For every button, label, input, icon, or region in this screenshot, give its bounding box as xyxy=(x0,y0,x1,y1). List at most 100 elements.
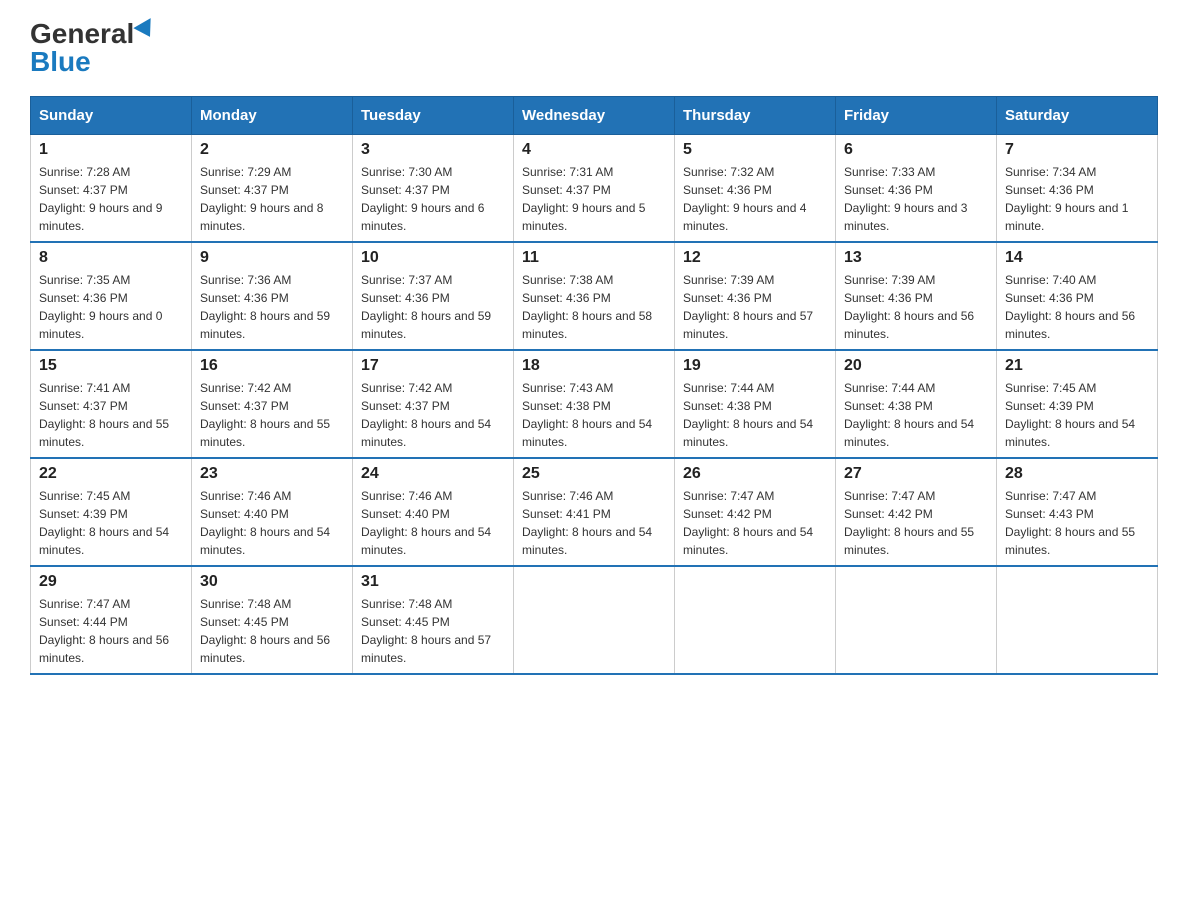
day-number: 21 xyxy=(1005,357,1149,375)
calendar-day-cell: 10 Sunrise: 7:37 AM Sunset: 4:36 PM Dayl… xyxy=(353,242,514,350)
day-info: Sunrise: 7:42 AM Sunset: 4:37 PM Dayligh… xyxy=(200,379,344,451)
day-info: Sunrise: 7:39 AM Sunset: 4:36 PM Dayligh… xyxy=(844,271,988,343)
day-info: Sunrise: 7:47 AM Sunset: 4:42 PM Dayligh… xyxy=(844,487,988,559)
day-number: 9 xyxy=(200,249,344,267)
day-number: 23 xyxy=(200,465,344,483)
day-info: Sunrise: 7:48 AM Sunset: 4:45 PM Dayligh… xyxy=(361,595,505,667)
calendar-day-cell: 27 Sunrise: 7:47 AM Sunset: 4:42 PM Dayl… xyxy=(836,458,997,566)
day-info: Sunrise: 7:37 AM Sunset: 4:36 PM Dayligh… xyxy=(361,271,505,343)
day-number: 19 xyxy=(683,357,827,375)
day-info: Sunrise: 7:34 AM Sunset: 4:36 PM Dayligh… xyxy=(1005,163,1149,235)
day-info: Sunrise: 7:46 AM Sunset: 4:40 PM Dayligh… xyxy=(200,487,344,559)
day-number: 25 xyxy=(522,465,666,483)
day-info: Sunrise: 7:31 AM Sunset: 4:37 PM Dayligh… xyxy=(522,163,666,235)
day-number: 1 xyxy=(39,141,183,159)
day-info: Sunrise: 7:46 AM Sunset: 4:41 PM Dayligh… xyxy=(522,487,666,559)
calendar-header-cell: Tuesday xyxy=(353,97,514,135)
day-number: 7 xyxy=(1005,141,1149,159)
calendar-day-cell: 3 Sunrise: 7:30 AM Sunset: 4:37 PM Dayli… xyxy=(353,135,514,243)
day-info: Sunrise: 7:42 AM Sunset: 4:37 PM Dayligh… xyxy=(361,379,505,451)
day-info: Sunrise: 7:32 AM Sunset: 4:36 PM Dayligh… xyxy=(683,163,827,235)
calendar-day-cell: 23 Sunrise: 7:46 AM Sunset: 4:40 PM Dayl… xyxy=(192,458,353,566)
calendar-header-cell: Monday xyxy=(192,97,353,135)
day-info: Sunrise: 7:44 AM Sunset: 4:38 PM Dayligh… xyxy=(683,379,827,451)
calendar-day-cell: 28 Sunrise: 7:47 AM Sunset: 4:43 PM Dayl… xyxy=(997,458,1158,566)
logo-blue-text: Blue xyxy=(30,48,91,76)
day-number: 8 xyxy=(39,249,183,267)
calendar-day-cell: 7 Sunrise: 7:34 AM Sunset: 4:36 PM Dayli… xyxy=(997,135,1158,243)
day-number: 20 xyxy=(844,357,988,375)
calendar-week-row: 1 Sunrise: 7:28 AM Sunset: 4:37 PM Dayli… xyxy=(31,135,1158,243)
day-info: Sunrise: 7:39 AM Sunset: 4:36 PM Dayligh… xyxy=(683,271,827,343)
page-header: General Blue xyxy=(30,20,1158,76)
calendar-day-cell: 5 Sunrise: 7:32 AM Sunset: 4:36 PM Dayli… xyxy=(675,135,836,243)
day-number: 11 xyxy=(522,249,666,267)
calendar-week-row: 15 Sunrise: 7:41 AM Sunset: 4:37 PM Dayl… xyxy=(31,350,1158,458)
day-number: 28 xyxy=(1005,465,1149,483)
calendar-day-cell: 9 Sunrise: 7:36 AM Sunset: 4:36 PM Dayli… xyxy=(192,242,353,350)
day-number: 27 xyxy=(844,465,988,483)
calendar-day-cell: 2 Sunrise: 7:29 AM Sunset: 4:37 PM Dayli… xyxy=(192,135,353,243)
calendar-day-cell: 19 Sunrise: 7:44 AM Sunset: 4:38 PM Dayl… xyxy=(675,350,836,458)
logo-general-text: General xyxy=(30,20,134,48)
calendar-header-cell: Saturday xyxy=(997,97,1158,135)
day-info: Sunrise: 7:45 AM Sunset: 4:39 PM Dayligh… xyxy=(1005,379,1149,451)
day-number: 18 xyxy=(522,357,666,375)
day-info: Sunrise: 7:48 AM Sunset: 4:45 PM Dayligh… xyxy=(200,595,344,667)
day-info: Sunrise: 7:38 AM Sunset: 4:36 PM Dayligh… xyxy=(522,271,666,343)
calendar-day-cell: 15 Sunrise: 7:41 AM Sunset: 4:37 PM Dayl… xyxy=(31,350,192,458)
day-info: Sunrise: 7:43 AM Sunset: 4:38 PM Dayligh… xyxy=(522,379,666,451)
calendar-day-cell: 11 Sunrise: 7:38 AM Sunset: 4:36 PM Dayl… xyxy=(514,242,675,350)
calendar-day-cell: 26 Sunrise: 7:47 AM Sunset: 4:42 PM Dayl… xyxy=(675,458,836,566)
day-number: 30 xyxy=(200,573,344,591)
calendar-day-cell xyxy=(514,566,675,674)
calendar-day-cell: 24 Sunrise: 7:46 AM Sunset: 4:40 PM Dayl… xyxy=(353,458,514,566)
day-number: 15 xyxy=(39,357,183,375)
calendar-day-cell: 25 Sunrise: 7:46 AM Sunset: 4:41 PM Dayl… xyxy=(514,458,675,566)
day-number: 31 xyxy=(361,573,505,591)
day-info: Sunrise: 7:45 AM Sunset: 4:39 PM Dayligh… xyxy=(39,487,183,559)
day-number: 22 xyxy=(39,465,183,483)
calendar-day-cell: 14 Sunrise: 7:40 AM Sunset: 4:36 PM Dayl… xyxy=(997,242,1158,350)
calendar-day-cell: 8 Sunrise: 7:35 AM Sunset: 4:36 PM Dayli… xyxy=(31,242,192,350)
day-number: 24 xyxy=(361,465,505,483)
calendar-header-cell: Sunday xyxy=(31,97,192,135)
calendar-day-cell: 17 Sunrise: 7:42 AM Sunset: 4:37 PM Dayl… xyxy=(353,350,514,458)
calendar-day-cell: 16 Sunrise: 7:42 AM Sunset: 4:37 PM Dayl… xyxy=(192,350,353,458)
calendar-week-row: 8 Sunrise: 7:35 AM Sunset: 4:36 PM Dayli… xyxy=(31,242,1158,350)
calendar-day-cell: 12 Sunrise: 7:39 AM Sunset: 4:36 PM Dayl… xyxy=(675,242,836,350)
day-info: Sunrise: 7:41 AM Sunset: 4:37 PM Dayligh… xyxy=(39,379,183,451)
day-number: 13 xyxy=(844,249,988,267)
day-number: 29 xyxy=(39,573,183,591)
calendar-table: SundayMondayTuesdayWednesdayThursdayFrid… xyxy=(30,96,1158,675)
day-info: Sunrise: 7:29 AM Sunset: 4:37 PM Dayligh… xyxy=(200,163,344,235)
calendar-day-cell: 29 Sunrise: 7:47 AM Sunset: 4:44 PM Dayl… xyxy=(31,566,192,674)
day-number: 12 xyxy=(683,249,827,267)
day-info: Sunrise: 7:47 AM Sunset: 4:44 PM Dayligh… xyxy=(39,595,183,667)
calendar-header: SundayMondayTuesdayWednesdayThursdayFrid… xyxy=(31,97,1158,135)
calendar-header-cell: Thursday xyxy=(675,97,836,135)
calendar-day-cell: 20 Sunrise: 7:44 AM Sunset: 4:38 PM Dayl… xyxy=(836,350,997,458)
calendar-day-cell: 31 Sunrise: 7:48 AM Sunset: 4:45 PM Dayl… xyxy=(353,566,514,674)
day-info: Sunrise: 7:30 AM Sunset: 4:37 PM Dayligh… xyxy=(361,163,505,235)
logo-triangle-icon xyxy=(134,18,159,42)
day-number: 2 xyxy=(200,141,344,159)
day-info: Sunrise: 7:44 AM Sunset: 4:38 PM Dayligh… xyxy=(844,379,988,451)
day-info: Sunrise: 7:28 AM Sunset: 4:37 PM Dayligh… xyxy=(39,163,183,235)
calendar-week-row: 22 Sunrise: 7:45 AM Sunset: 4:39 PM Dayl… xyxy=(31,458,1158,566)
calendar-day-cell xyxy=(836,566,997,674)
calendar-day-cell xyxy=(675,566,836,674)
calendar-header-row: SundayMondayTuesdayWednesdayThursdayFrid… xyxy=(31,97,1158,135)
calendar-header-cell: Friday xyxy=(836,97,997,135)
day-info: Sunrise: 7:33 AM Sunset: 4:36 PM Dayligh… xyxy=(844,163,988,235)
day-number: 10 xyxy=(361,249,505,267)
calendar-day-cell: 21 Sunrise: 7:45 AM Sunset: 4:39 PM Dayl… xyxy=(997,350,1158,458)
day-number: 16 xyxy=(200,357,344,375)
calendar-body: 1 Sunrise: 7:28 AM Sunset: 4:37 PM Dayli… xyxy=(31,135,1158,675)
day-number: 14 xyxy=(1005,249,1149,267)
day-info: Sunrise: 7:36 AM Sunset: 4:36 PM Dayligh… xyxy=(200,271,344,343)
calendar-day-cell: 1 Sunrise: 7:28 AM Sunset: 4:37 PM Dayli… xyxy=(31,135,192,243)
day-info: Sunrise: 7:47 AM Sunset: 4:43 PM Dayligh… xyxy=(1005,487,1149,559)
calendar-day-cell xyxy=(997,566,1158,674)
day-number: 4 xyxy=(522,141,666,159)
